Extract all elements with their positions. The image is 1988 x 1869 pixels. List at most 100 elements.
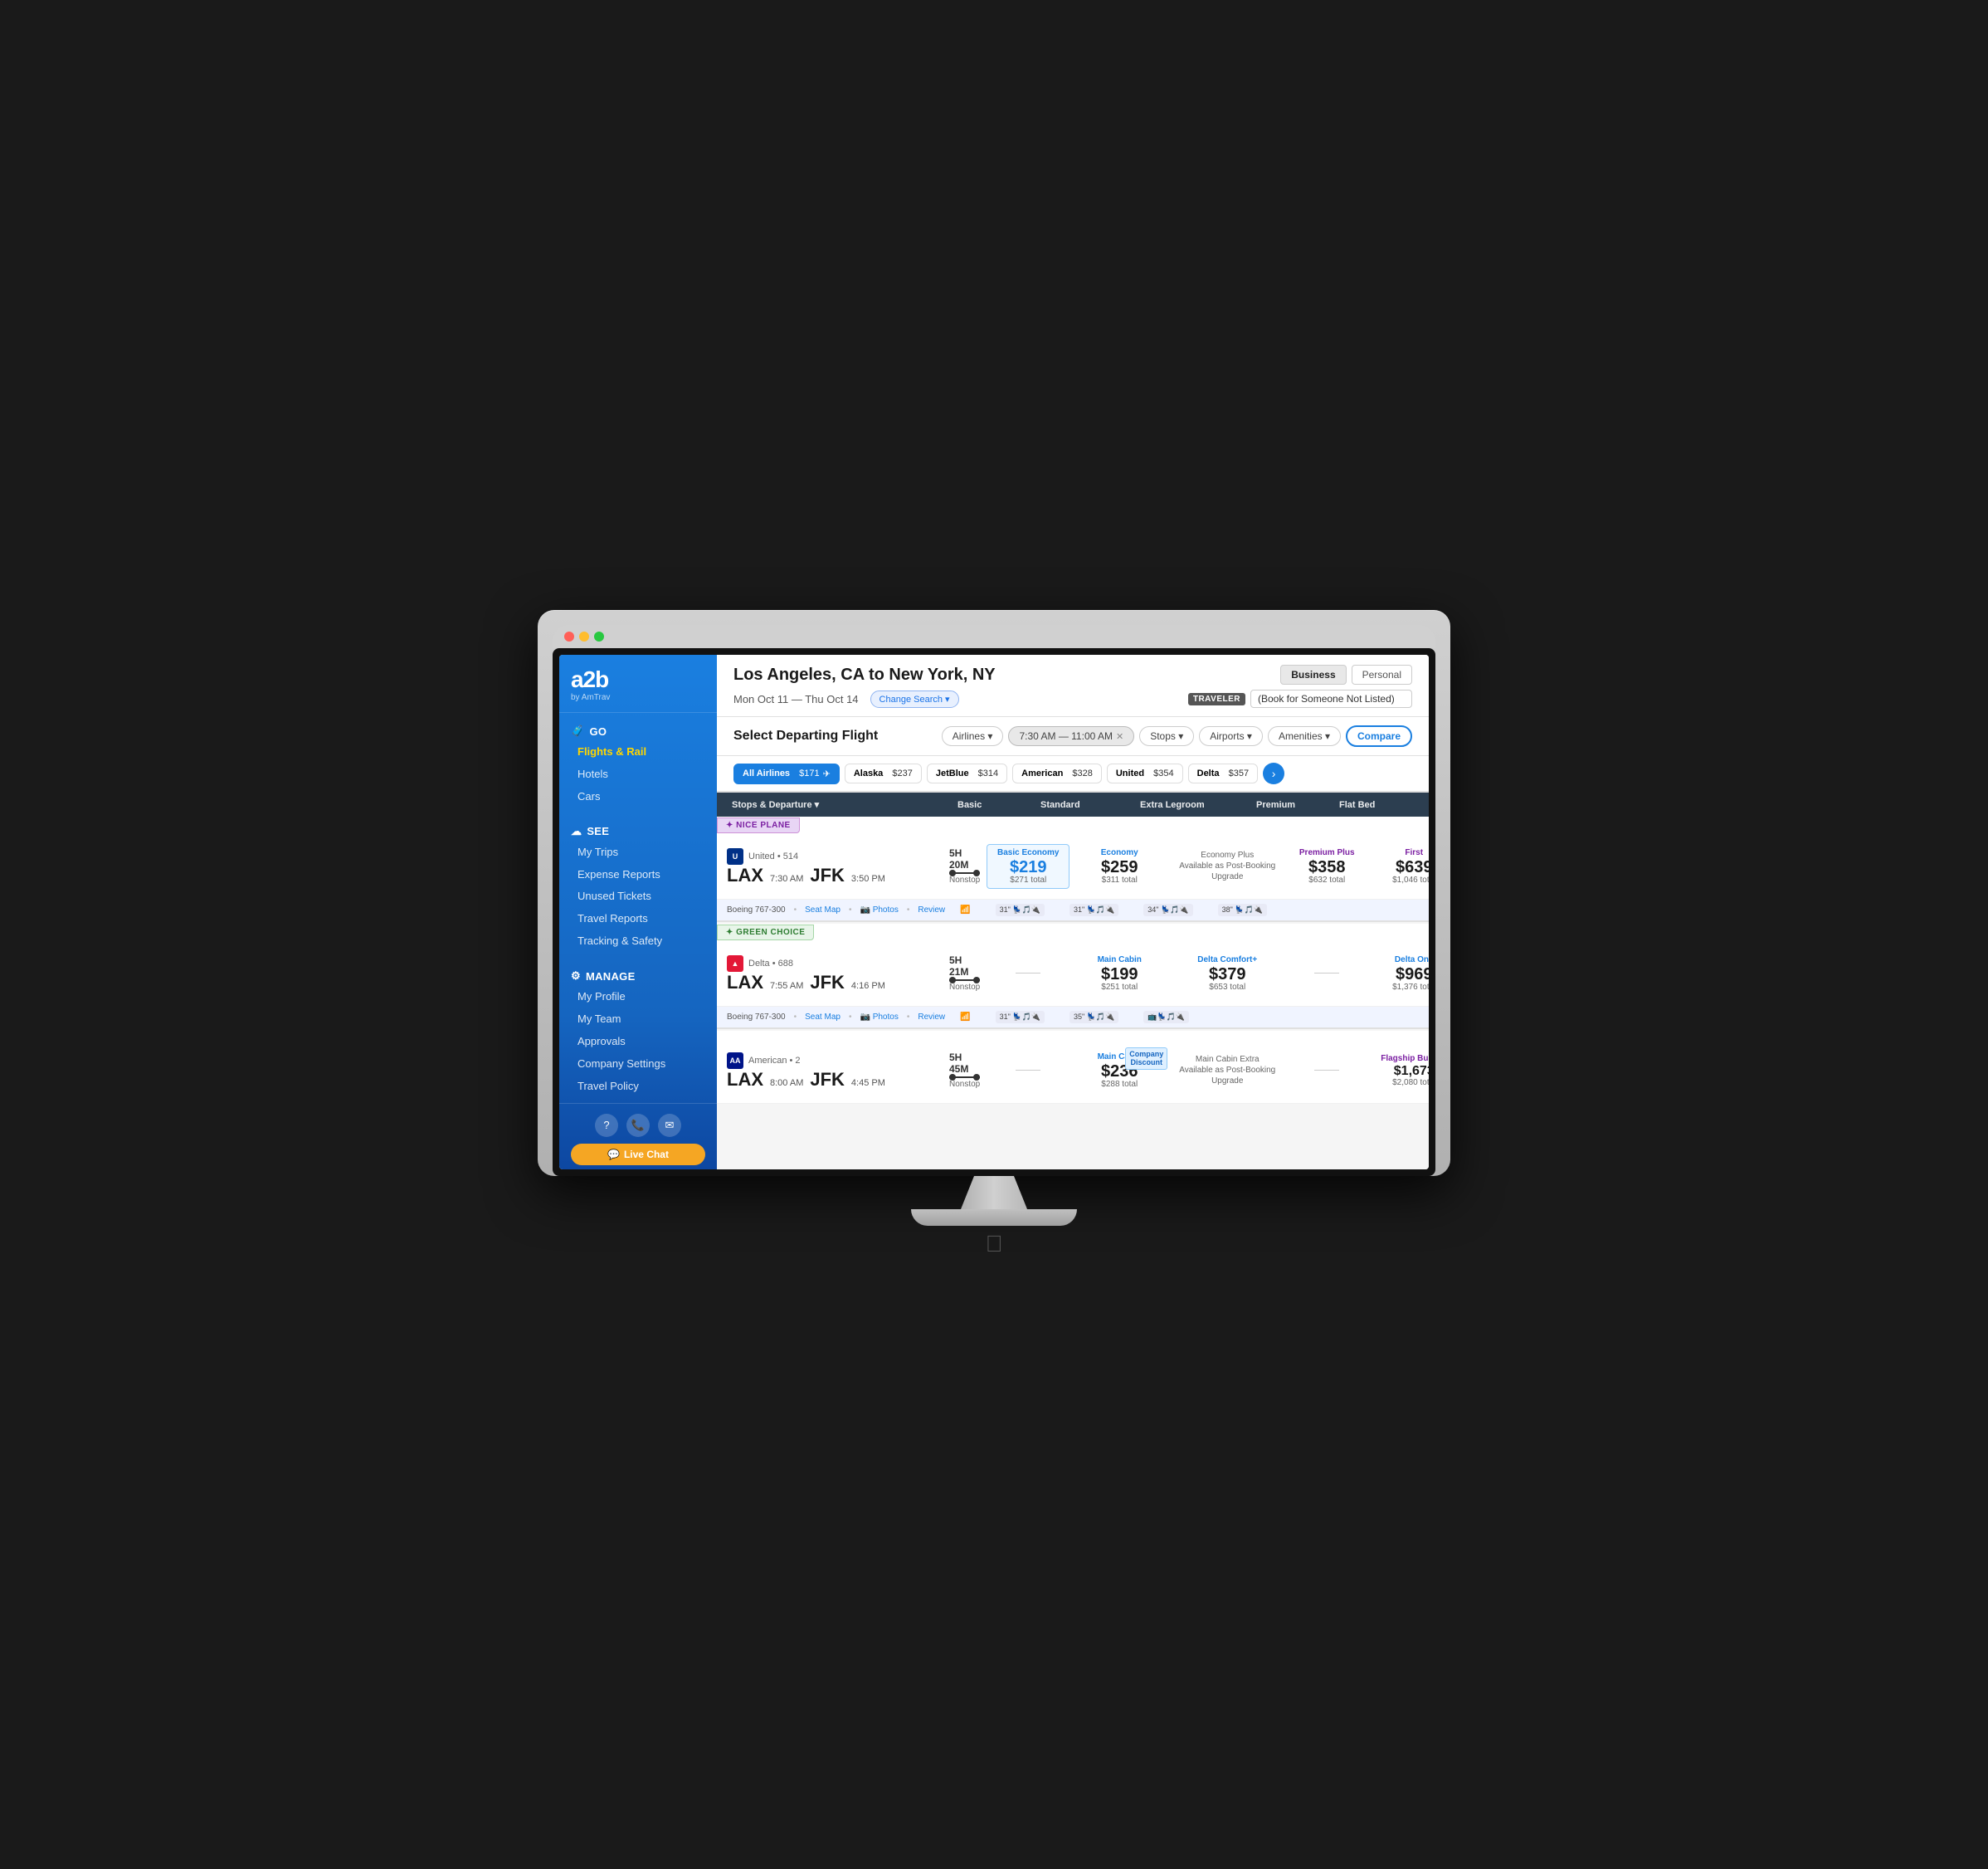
airline-tab-all[interactable]: All Airlines $171 ✈ (733, 764, 840, 784)
american-standard-price[interactable]: CompanyDiscount Main Cabin $236 $288 tot… (1070, 1049, 1169, 1092)
manage-section: ⚙ MANAGE My Profile My Team Approvals Co… (559, 958, 717, 1102)
plane-icon: ✈ (823, 769, 831, 779)
american-duration: 5H 45M Nonstop (943, 1052, 987, 1089)
united-premium-price[interactable]: Premium Plus $358 $632 total (1285, 845, 1368, 888)
trip-type-business[interactable]: Business (1280, 665, 1346, 685)
compare-button[interactable]: Compare (1346, 725, 1412, 747)
sidebar-item-approvals[interactable]: Approvals (559, 1031, 717, 1053)
nice-plane-badge: ✦ NICE PLANE (717, 817, 800, 833)
american-flatbed-price[interactable]: Flagship Busin... $1,673 $2,080 total (1368, 1051, 1429, 1091)
date-range: Mon Oct 11 — Thu Oct 14 (733, 693, 859, 705)
see-section: ☁ SEE My Trips Expense Reports Unused Ti… (559, 813, 717, 958)
col-ultra-luxury: Ultra Luxury (1425, 798, 1429, 812)
airline-tab-delta[interactable]: Delta $357 (1188, 764, 1258, 783)
united-basic-price[interactable]: Basic Economy $219 $271 total (987, 844, 1070, 889)
delta-flatbed-price[interactable]: Delta One $969 $1,376 total (1368, 952, 1429, 995)
delta-amenity-1: 31" 💺🎵🔌 (996, 1011, 1045, 1023)
route-title: Los Angeles, CA to New York, NY (733, 666, 996, 685)
green-choice-badge: ✦ GREEN CHOICE (717, 925, 814, 940)
go-section-title: 🧳 GO (559, 721, 717, 741)
united-review-link[interactable]: Review (918, 905, 945, 915)
sidebar-bottom: ? 📞 ✉ 💬 Live Chat 🧭 Support Amtrav Log O… (559, 1103, 717, 1169)
sidebar-item-expense-reports[interactable]: Expense Reports (559, 864, 717, 886)
traveler-select[interactable]: (Book for Someone Not Listed) (1250, 690, 1412, 708)
united-to-time: 3:50 PM (851, 874, 885, 884)
app-logo: a2b (571, 668, 705, 691)
sidebar-item-cars[interactable]: Cars (559, 786, 717, 808)
american-from-code: LAX (727, 1071, 763, 1089)
delta-amenity-2: 35" 💺🎵🔌 (1070, 1011, 1118, 1023)
airline-tab-united[interactable]: United $354 (1107, 764, 1183, 783)
sidebar-item-travel-policy[interactable]: Travel Policy (559, 1076, 717, 1098)
sidebar-item-unused-tickets[interactable]: Unused Tickets (559, 886, 717, 908)
sidebar-item-my-trips[interactable]: My Trips (559, 842, 717, 864)
traffic-light-yellow[interactable] (579, 632, 589, 642)
amenities-filter-btn[interactable]: Amenities ▾ (1268, 726, 1341, 746)
american-extra: Main Cabin Extra Available as Post-Booki… (1169, 1051, 1285, 1090)
airline-tab-alaska[interactable]: Alaska $237 (845, 764, 922, 783)
col-premium: Premium (1251, 798, 1334, 812)
col-flat-bed: Flat Bed (1334, 798, 1425, 812)
traffic-light-red[interactable] (564, 632, 574, 642)
amenity-group-3: 34" 💺🎵🔌 (1143, 904, 1192, 916)
airlines-filter-btn[interactable]: Airlines ▾ (942, 726, 1004, 746)
united-duration: 5H 20M Nonstop (943, 847, 987, 885)
united-seat-map-link[interactable]: Seat Map (805, 905, 841, 915)
sidebar-item-company-settings[interactable]: Company Settings (559, 1053, 717, 1076)
col-empty (943, 803, 953, 807)
sidebar-item-travel-reports[interactable]: Travel Reports (559, 908, 717, 930)
sidebar-item-my-profile[interactable]: My Profile (559, 986, 717, 1008)
sidebar-item-tracking-safety[interactable]: Tracking & Safety (559, 930, 717, 953)
live-chat-button[interactable]: 💬 Live Chat (571, 1144, 705, 1165)
delta-from-code: LAX (727, 974, 763, 992)
airports-filter-btn[interactable]: Airports ▾ (1199, 726, 1263, 746)
results-table-header: Stops & Departure ▾ Basic Standard Extra… (717, 793, 1429, 817)
col-stops-departure[interactable]: Stops & Departure ▾ (727, 798, 943, 812)
delta-basic (987, 954, 1070, 993)
time-filter-btn[interactable]: 7:30 AM — 11:00 AM ✕ (1008, 726, 1134, 746)
filter-buttons: Airlines ▾ 7:30 AM — 11:00 AM ✕ Stops ▾ … (942, 725, 1412, 747)
delta-airline-label: Delta • 688 (748, 959, 793, 969)
sidebar-item-flights-rail[interactable]: Flights & Rail (559, 741, 717, 764)
delta-aircraft: Boeing 767-300 (727, 1013, 786, 1022)
sidebar-item-my-team[interactable]: My Team (559, 1008, 717, 1031)
united-photos-link[interactable]: 📷 Photos (860, 905, 898, 915)
briefcase-icon: 🧳 (571, 725, 585, 738)
delta-review-link[interactable]: Review (918, 1013, 945, 1022)
time-filter-close[interactable]: ✕ (1116, 731, 1123, 742)
amenity-group-4: 38" 💺🎵🔌 (1218, 904, 1267, 916)
airline-tab-jetblue[interactable]: JetBlue $314 (927, 764, 1007, 783)
airline-tab-next[interactable]: › (1263, 763, 1284, 784)
american-airline-label: American • 2 (748, 1056, 801, 1066)
delta-extra-price[interactable]: Delta Comfort+ $379 $653 total (1169, 952, 1285, 995)
flight-row-united: ✦ NICE PLANE U United • 514 LAX (717, 817, 1429, 922)
help-icon-btn[interactable]: ? (595, 1114, 618, 1137)
manage-section-title: ⚙ MANAGE (559, 966, 717, 986)
col-basic: Basic (953, 798, 1035, 812)
united-standard-price[interactable]: Economy $259 $311 total (1070, 845, 1169, 888)
united-from-code: LAX (727, 866, 763, 885)
united-flatbed-price[interactable]: First $639 $1,046 total (1368, 845, 1429, 888)
united-from-time: 7:30 AM (770, 874, 803, 884)
delta-amenity-3: 📺💺🎵🔌 (1143, 1011, 1189, 1023)
sidebar: a2b by AmTrav 🧳 GO Flights & Rail Hotels… (559, 655, 717, 1169)
main-content: Los Angeles, CA to New York, NY Business… (717, 655, 1429, 1169)
airline-tab-american[interactable]: American $328 (1012, 764, 1102, 783)
phone-icon-btn[interactable]: 📞 (626, 1114, 650, 1137)
change-search-button[interactable]: Change Search ▾ (870, 691, 959, 708)
delta-seat-map-link[interactable]: Seat Map (805, 1013, 841, 1022)
gear-icon: ⚙ (571, 969, 581, 983)
app-logo-sub: by AmTrav (571, 693, 705, 702)
traffic-light-green[interactable] (594, 632, 604, 642)
email-icon-btn[interactable]: ✉ (658, 1114, 681, 1137)
results-area: ✦ NICE PLANE U United • 514 LAX (717, 817, 1429, 1169)
delta-photos-link[interactable]: 📷 Photos (860, 1013, 898, 1022)
stops-filter-btn[interactable]: Stops ▾ (1139, 726, 1194, 746)
flight-row-delta: ✦ GREEN CHOICE ▲ Delta • 688 LAX (717, 924, 1429, 1029)
sidebar-item-hotels[interactable]: Hotels (559, 764, 717, 786)
delta-wifi-icon: 📶 (960, 1013, 970, 1022)
wifi-icon: 📶 (960, 905, 970, 915)
trip-type-personal[interactable]: Personal (1352, 665, 1412, 685)
cloud-icon: ☁ (571, 825, 582, 838)
delta-standard-price[interactable]: Main Cabin $199 $251 total (1070, 952, 1169, 995)
